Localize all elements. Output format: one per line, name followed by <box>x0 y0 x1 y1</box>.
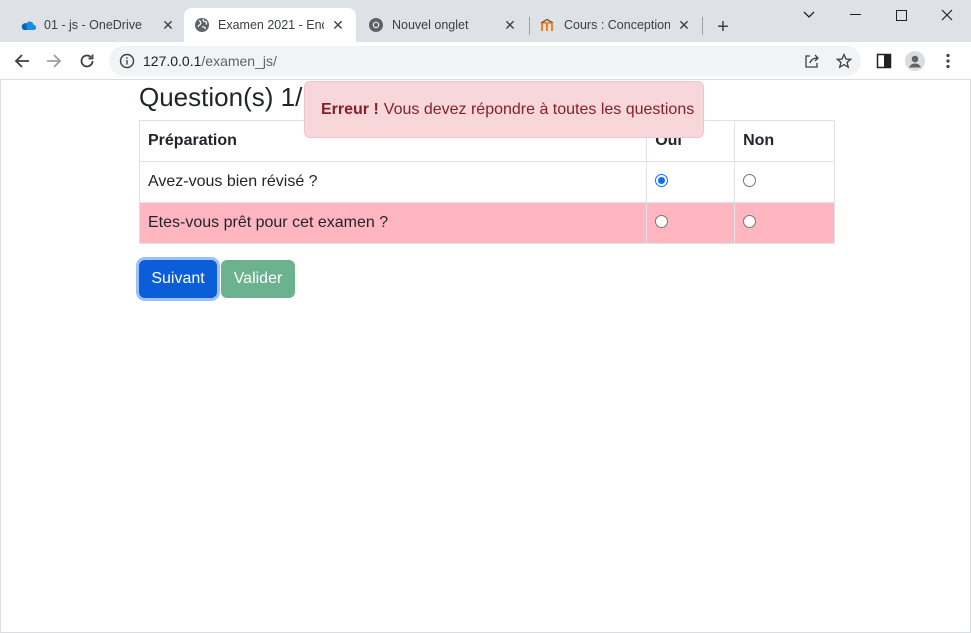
close-window-button[interactable] <box>924 0 970 30</box>
share-icon[interactable] <box>804 53 820 69</box>
moodle-icon <box>540 17 556 33</box>
chrome-icon <box>368 17 384 33</box>
back-button[interactable] <box>8 47 36 75</box>
minimize-button[interactable] <box>832 0 878 30</box>
tab-title: 01 - js - OneDrive <box>44 18 142 32</box>
alert-message: Vous devez répondre à toutes les questio… <box>383 100 695 118</box>
chevron-down-icon <box>803 11 815 18</box>
tab-nouvel-onglet[interactable]: Nouvel onglet ✕ <box>358 8 528 42</box>
tab-strip: 01 - js - OneDrive ✕ Examen 2021 - Enquê… <box>0 0 971 42</box>
tab-title: Examen 2021 - Enquête <box>218 18 324 32</box>
tab-separator <box>702 17 703 35</box>
tab-cours[interactable]: Cours : Conception de ✕ <box>532 8 700 42</box>
address-bar[interactable]: 127.0.0.1/examen_js/ <box>109 46 861 76</box>
page-title: Question(s) 1/ <box>139 82 303 112</box>
validate-button[interactable]: Valider <box>221 260 295 298</box>
forward-button[interactable] <box>40 47 68 75</box>
info-icon[interactable] <box>119 53 135 69</box>
cell-non <box>734 202 835 244</box>
tab-title: Nouvel onglet <box>392 18 469 32</box>
side-panel-icon[interactable] <box>874 51 894 71</box>
next-button[interactable]: Suivant <box>139 260 217 298</box>
cell-oui <box>646 161 736 203</box>
tab-search-button[interactable] <box>786 0 832 30</box>
question-text: Etes-vous prêt pour cet examen ? <box>138 202 648 244</box>
reload-icon <box>80 54 94 68</box>
close-icon <box>941 9 953 21</box>
new-tab-button[interactable]: + <box>712 16 734 38</box>
minimize-icon <box>849 14 861 15</box>
close-icon[interactable]: ✕ <box>330 17 346 33</box>
radio-oui-q2[interactable] <box>655 215 669 228</box>
cell-oui <box>646 202 736 244</box>
cell-non <box>734 161 835 203</box>
star-icon[interactable] <box>836 53 852 69</box>
table-row: Avez-vous bien révisé ? <box>138 161 835 203</box>
maximize-button[interactable] <box>878 0 924 30</box>
radio-non-q1[interactable] <box>743 174 757 187</box>
more-menu-icon[interactable] <box>938 51 958 71</box>
radio-non-q2[interactable] <box>743 215 757 228</box>
question-text: Avez-vous bien révisé ? <box>138 161 648 203</box>
profile-avatar-icon[interactable] <box>905 51 925 71</box>
tab-examen[interactable]: Examen 2021 - Enquête ✕ <box>184 8 356 42</box>
plus-icon: + <box>717 15 729 38</box>
reload-button[interactable] <box>73 47 101 75</box>
alert-strong: Erreur ! <box>321 100 379 118</box>
close-icon[interactable]: ✕ <box>160 17 176 33</box>
onedrive-icon <box>20 17 36 33</box>
maximize-icon <box>895 9 907 21</box>
page-viewport: Question(s) 1/ Préparation Oui Non Avez-… <box>0 80 971 633</box>
arrow-left-icon <box>14 54 29 68</box>
tab-onedrive[interactable]: 01 - js - OneDrive ✕ <box>12 8 184 42</box>
close-icon[interactable]: ✕ <box>502 17 518 33</box>
url-path: /examen_js/ <box>201 53 277 69</box>
browser-toolbar: 127.0.0.1/examen_js/ <box>0 42 971 80</box>
questions-table: Préparation Oui Non Avez-vous bien révis… <box>138 120 835 244</box>
error-alert: Erreur ! Vous devez répondre à toutes le… <box>304 81 704 138</box>
header-non: Non <box>734 120 835 162</box>
url-text: 127.0.0.1/examen_js/ <box>143 53 277 69</box>
tab-separator <box>529 17 530 35</box>
tab-title: Cours : Conception de <box>564 18 670 32</box>
arrow-right-icon <box>47 54 62 68</box>
close-icon[interactable]: ✕ <box>676 17 692 33</box>
globe-icon <box>194 17 210 33</box>
table-row-error: Etes-vous prêt pour cet examen ? <box>138 202 835 244</box>
radio-oui-q1[interactable] <box>655 174 669 187</box>
url-host: 127.0.0.1 <box>143 53 202 69</box>
